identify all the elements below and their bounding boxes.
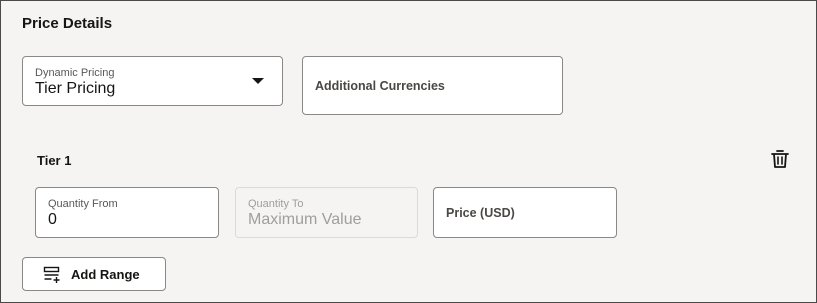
additional-currencies-label: Additional Currencies	[315, 78, 445, 93]
dynamic-pricing-value: Tier Pricing	[35, 80, 116, 97]
dynamic-pricing-select[interactable]: Dynamic Pricing Tier Pricing	[22, 56, 283, 106]
quantity-to-value: Maximum Value	[248, 211, 362, 228]
quantity-from-label: Quantity From	[48, 198, 118, 210]
section-title: Price Details	[22, 15, 113, 32]
trash-icon[interactable]	[769, 148, 791, 170]
quantity-to-label: Quantity To	[248, 198, 304, 210]
add-range-label: Add Range	[71, 267, 140, 282]
quantity-from-value: 0	[48, 211, 57, 228]
price-details-panel: Price Details Dynamic Pricing Tier Prici…	[0, 0, 817, 303]
caret-down-icon[interactable]	[252, 78, 264, 84]
additional-currencies-field[interactable]: Additional Currencies	[302, 56, 563, 115]
quantity-to-field: Quantity To Maximum Value	[235, 187, 418, 238]
add-range-button[interactable]: Add Range	[22, 257, 166, 291]
tier-title: Tier 1	[37, 153, 72, 168]
price-usd-label: Price (USD)	[446, 205, 515, 220]
dynamic-pricing-label: Dynamic Pricing	[35, 67, 115, 79]
add-range-icon	[43, 266, 60, 283]
price-usd-field[interactable]: Price (USD)	[433, 187, 617, 238]
quantity-from-field[interactable]: Quantity From 0	[35, 187, 219, 238]
